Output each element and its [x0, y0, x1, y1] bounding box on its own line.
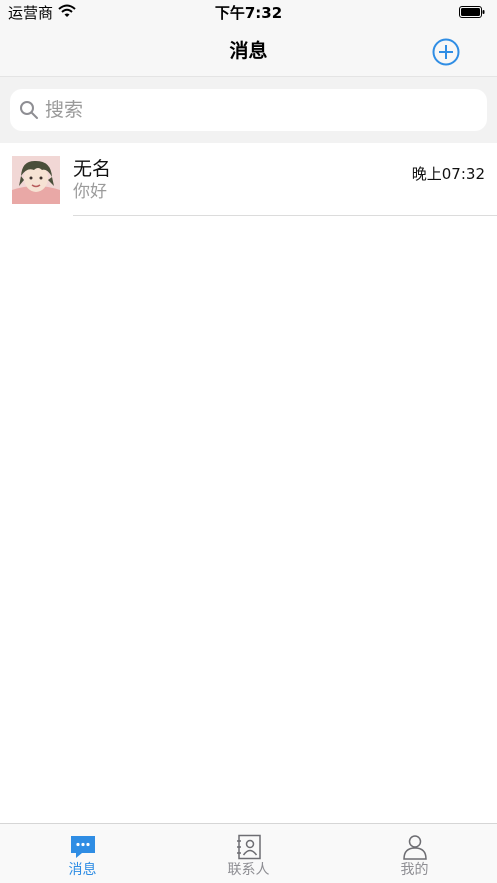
tab-label: 我的 [400, 862, 429, 878]
contact-name: 无名 [73, 158, 112, 180]
status-bar: 运营商 下午7:32 [0, 0, 497, 28]
add-button[interactable] [430, 36, 462, 68]
conversation-list: 无名 你好 晚上07:32 [0, 143, 497, 216]
search-area: 搜索 [0, 77, 497, 143]
app-screen: 运营商 下午7:32 消息 搜索 无名 你好 晚上07:32 消息 联系人 我的 [0, 0, 497, 883]
user-avatar-image [12, 156, 60, 204]
page-title: 消息 [229, 40, 268, 62]
chat-bubble-icon [71, 836, 95, 858]
conversation-item[interactable]: 无名 你好 晚上07:32 [0, 143, 497, 216]
search-icon [20, 101, 38, 119]
tab-label: 联系人 [227, 862, 270, 878]
tab-label: 消息 [68, 862, 97, 878]
status-time: 下午7:32 [214, 4, 283, 22]
last-message: 你好 [73, 182, 107, 202]
message-time: 晚上07:32 [411, 165, 485, 183]
search-placeholder: 搜索 [45, 99, 84, 121]
tab-profile[interactable]: 我的 [332, 824, 497, 883]
navigation-bar: 消息 [0, 28, 497, 77]
plus-circle-icon [432, 38, 460, 66]
search-input[interactable]: 搜索 [10, 89, 487, 131]
avatar [12, 156, 60, 204]
profile-person-icon [403, 835, 427, 860]
tab-messages[interactable]: 消息 [0, 824, 165, 883]
tab-bar: 消息 联系人 我的 [0, 823, 497, 883]
divider [73, 215, 497, 216]
battery-icon [459, 6, 485, 18]
contacts-book-icon [237, 834, 261, 860]
tab-contacts[interactable]: 联系人 [166, 824, 331, 883]
